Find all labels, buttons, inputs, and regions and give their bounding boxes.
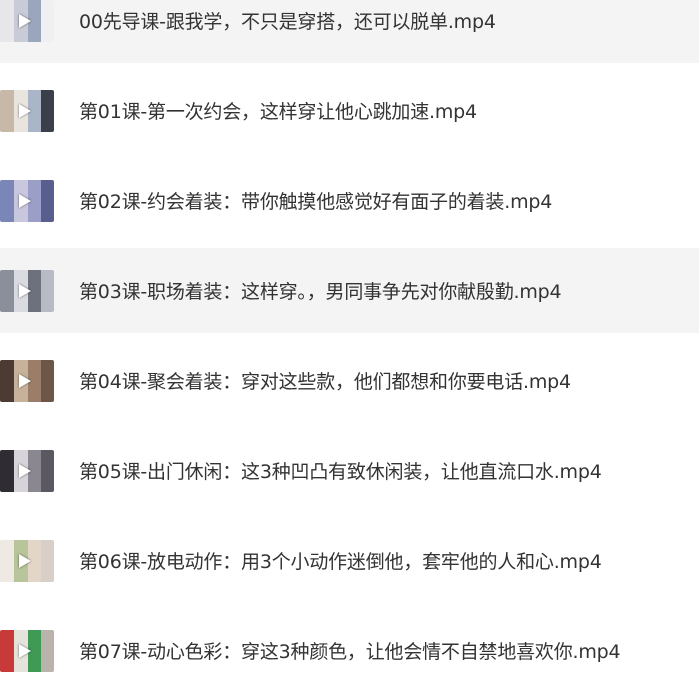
file-list: 00先导课-跟我学，不只是穿搭，还可以脱单.mp4 第01课-第一次约会，这样穿… — [0, 0, 699, 693]
file-name: 第05课-出门休闲：这3种凹凸有致休闲装，让他直流口水.mp4 — [79, 461, 602, 483]
thumbnail-band — [0, 89, 14, 132]
play-icon — [19, 373, 31, 388]
video-thumbnail — [0, 179, 54, 222]
play-icon — [19, 643, 31, 658]
file-name: 第02课-约会着装：带你触摸他感觉好有面子的着装.mp4 — [79, 191, 553, 213]
thumbnail-band — [0, 269, 14, 312]
video-thumbnail — [0, 269, 54, 312]
play-icon — [19, 14, 31, 28]
file-name: 第07课-动心色彩：穿这3种颜色，让他会情不自禁地喜欢你.mp4 — [79, 641, 621, 663]
thumbnail-band — [40, 629, 54, 672]
file-name: 第04课-聚会着装：穿对这些款，他们都想和你要电话.mp4 — [79, 371, 571, 393]
video-thumbnail — [0, 0, 54, 42]
file-row-0[interactable]: 00先导课-跟我学，不只是穿搭，还可以脱单.mp4 — [0, 0, 699, 63]
thumbnail-band — [0, 449, 14, 492]
thumbnail-band — [0, 0, 14, 42]
file-row-7[interactable]: 第07课-动心色彩：穿这3种颜色，让他会情不自禁地喜欢你.mp4 — [0, 608, 699, 693]
file-row-5[interactable]: 第05课-出门休闲：这3种凹凸有致休闲装，让他直流口水.mp4 — [0, 428, 699, 513]
thumbnail-band — [0, 359, 14, 402]
thumbnail-band — [40, 89, 54, 132]
video-thumbnail — [0, 539, 54, 582]
thumbnail-band — [40, 179, 54, 222]
file-row-4[interactable]: 第04课-聚会着装：穿对这些款，他们都想和你要电话.mp4 — [0, 338, 699, 423]
thumbnail-band — [0, 629, 14, 672]
thumbnail-band — [40, 269, 54, 312]
file-row-2[interactable]: 第02课-约会着装：带你触摸他感觉好有面子的着装.mp4 — [0, 158, 699, 243]
file-name: 第01课-第一次约会，这样穿让他心跳加速.mp4 — [79, 101, 477, 123]
video-thumbnail — [0, 629, 54, 672]
thumbnail-band — [40, 0, 54, 42]
file-row-1[interactable]: 第01课-第一次约会，这样穿让他心跳加速.mp4 — [0, 68, 699, 153]
file-row-6[interactable]: 第06课-放电动作：用3个小动作迷倒他，套牢他的人和心.mp4 — [0, 518, 699, 603]
video-thumbnail — [0, 449, 54, 492]
file-row-3[interactable]: 第03课-职场着装：这样穿。，男同事争先对你献殷勤.mp4 — [0, 248, 699, 333]
thumbnail-band — [0, 539, 14, 582]
play-icon — [19, 283, 31, 298]
video-thumbnail — [0, 359, 54, 402]
thumbnail-band — [40, 359, 54, 402]
thumbnail-band — [40, 539, 54, 582]
play-icon — [19, 463, 31, 478]
file-name: 第03课-职场着装：这样穿。，男同事争先对你献殷勤.mp4 — [79, 281, 562, 303]
thumbnail-band — [0, 179, 14, 222]
file-name: 第06课-放电动作：用3个小动作迷倒他，套牢他的人和心.mp4 — [79, 551, 602, 573]
thumbnail-band — [40, 449, 54, 492]
play-icon — [19, 553, 31, 568]
play-icon — [19, 193, 31, 208]
file-name: 00先导课-跟我学，不只是穿搭，还可以脱单.mp4 — [79, 11, 496, 33]
video-thumbnail — [0, 89, 54, 132]
play-icon — [19, 103, 31, 118]
